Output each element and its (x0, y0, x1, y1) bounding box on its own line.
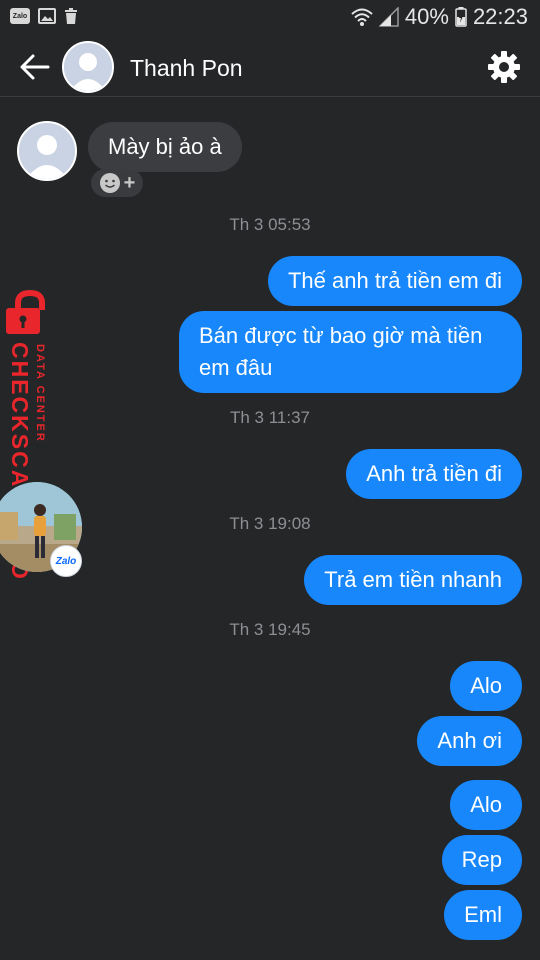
gear-icon (488, 51, 520, 83)
contact-name[interactable]: Thanh Pon (130, 55, 243, 82)
sent-message[interactable]: Trả em tiền nhanh (304, 555, 522, 605)
battery-percent: 40% (404, 4, 449, 29)
sent-message[interactable]: Alo (450, 661, 522, 711)
chat-header: Thanh Pon (0, 38, 540, 97)
smiley-icon (99, 173, 120, 193)
gallery-icon (38, 8, 56, 24)
sent-message[interactable]: Anh trả tiền đi (346, 449, 522, 499)
sent-message[interactable]: Bán được từ bao giờ mà tiền em đâu (179, 311, 522, 393)
battery-icon (455, 7, 467, 27)
sender-avatar[interactable] (17, 121, 77, 181)
default-avatar-icon (64, 43, 112, 91)
settings-button[interactable] (486, 49, 522, 85)
sent-message[interactable]: Rep (441, 835, 522, 885)
timestamp: Th 3 19:45 (229, 620, 311, 639)
timestamp: Th 3 05:53 (229, 215, 311, 234)
zalo-badge: Zalo (50, 545, 82, 577)
watermark-subtitle: DATA CENTER (34, 344, 46, 443)
signal-icon (378, 7, 399, 27)
default-avatar-icon (19, 123, 75, 179)
sent-message[interactable]: Eml (444, 890, 522, 940)
zalo-notification-icon: Zalo (10, 8, 30, 24)
trash-icon (65, 8, 77, 24)
lock-icon (6, 290, 45, 334)
system-indicators: 40% 22:23 (351, 4, 528, 30)
chat-screen: Zalo 40% 22:23 Thanh Pon Mày bị ảo à + T… (0, 0, 540, 960)
status-bar: Zalo 40% 22:23 (0, 0, 540, 38)
wifi-icon (351, 8, 373, 26)
received-message[interactable]: Mày bị ảo à (88, 122, 242, 172)
back-button[interactable] (18, 51, 52, 83)
notification-icons: Zalo (10, 8, 78, 24)
timestamp: Th 3 11:37 (229, 408, 311, 427)
contact-avatar[interactable] (62, 41, 114, 93)
sent-message[interactable]: Alo (450, 780, 522, 830)
plus-icon: + (123, 172, 136, 194)
sent-message[interactable]: Thế anh trả tiền em đi (267, 256, 522, 306)
back-arrow-icon (20, 54, 50, 80)
reaction-button[interactable]: + (91, 169, 143, 197)
clock: 22:23 (472, 4, 528, 29)
sent-message[interactable]: Anh ơi (417, 716, 522, 766)
